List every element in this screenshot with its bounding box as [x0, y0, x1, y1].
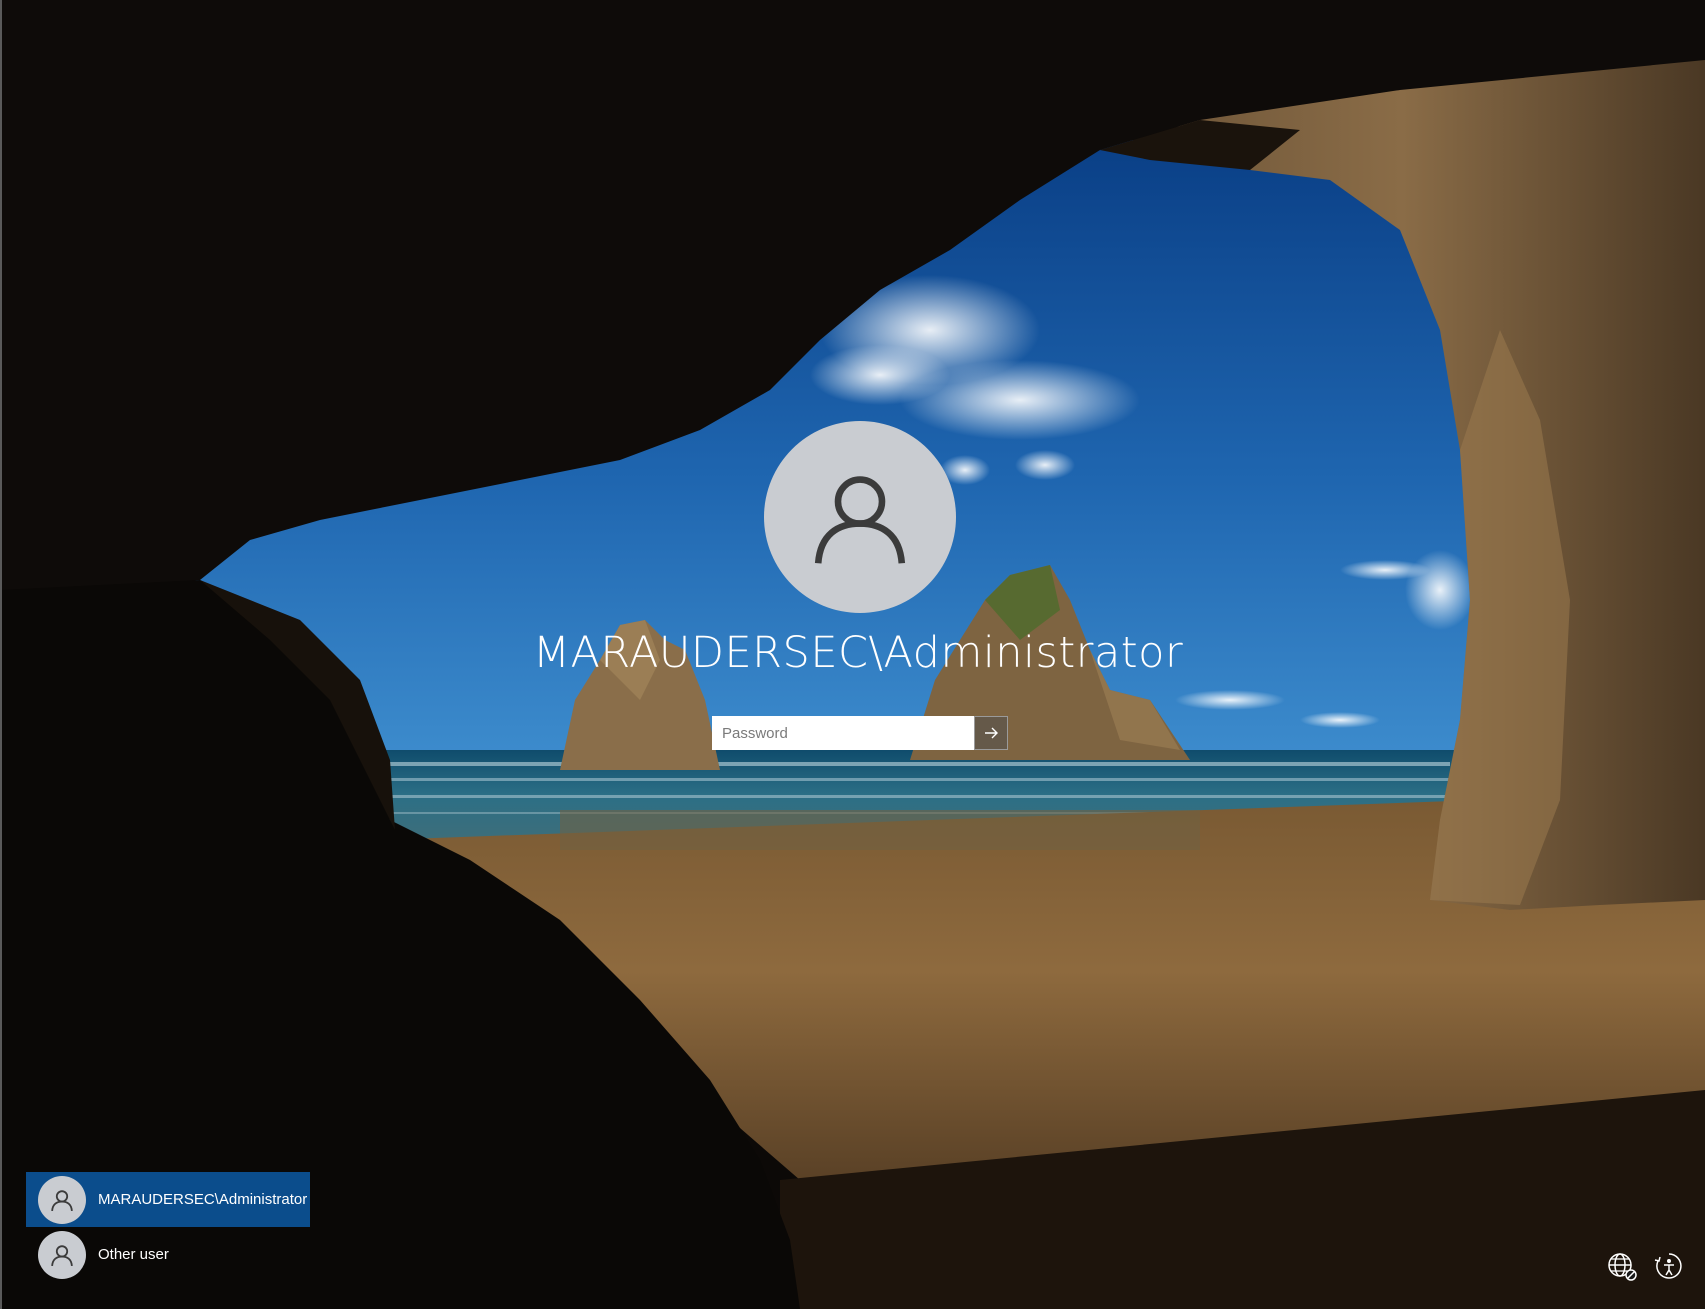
user-list-label: Other user [98, 1246, 169, 1263]
password-input[interactable] [712, 716, 974, 750]
submit-button[interactable] [974, 716, 1008, 750]
globe-network-icon [1608, 1253, 1637, 1281]
user-list: MARAUDERSEC\Administrator Other user [26, 1172, 310, 1282]
password-row [712, 716, 1008, 750]
user-avatar-small [38, 1175, 86, 1224]
ease-of-access-button[interactable] [1652, 1249, 1686, 1283]
arrow-right-icon [985, 727, 998, 739]
user-silhouette-icon [51, 1189, 73, 1211]
user-list-item-administrator[interactable]: MARAUDERSEC\Administrator [26, 1172, 310, 1227]
user-avatar [764, 421, 956, 613]
user-list-item-other-user[interactable]: Other user [26, 1227, 310, 1282]
user-list-label: MARAUDERSEC\Administrator [98, 1191, 308, 1208]
user-silhouette-icon [814, 476, 906, 564]
user-silhouette-icon [51, 1244, 73, 1266]
lock-screen: MARAUDERSEC\Administrator MARAUDERSEC\Ad… [0, 0, 1705, 1309]
ease-of-access-icon [1654, 1253, 1682, 1279]
user-avatar-small [38, 1230, 86, 1279]
username-title: MARAUDERSEC\Administrator [532, 628, 1184, 678]
network-button[interactable] [1605, 1249, 1639, 1283]
